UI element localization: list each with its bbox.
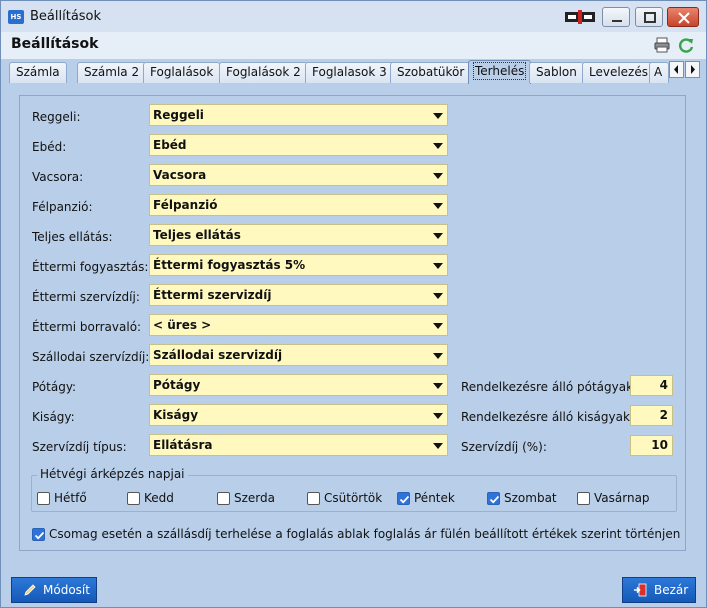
chevron-left-icon <box>674 65 678 74</box>
dropdown-arrow-icon <box>433 383 443 389</box>
potagyak-input[interactable]: 4 <box>630 375 673 396</box>
field-label-reggeli: Reggeli: <box>32 110 81 124</box>
field-label-teljes-ellatas: Teljes ellátás: <box>32 230 113 244</box>
package-charge-label[interactable]: Csomag esetén a szállásdíj terhelése a f… <box>49 527 680 541</box>
field-label-felpanzio: Félpanzió: <box>32 200 93 214</box>
felpanzio-select[interactable]: Félpanzió <box>149 194 448 216</box>
exit-door-icon <box>634 583 647 597</box>
tab-szamla[interactable]: Számla <box>9 62 67 83</box>
dropdown-arrow-icon <box>433 443 443 449</box>
szerda-label[interactable]: Szerda <box>234 491 275 505</box>
app-icon: HS <box>8 10 24 24</box>
minimize-button[interactable] <box>602 7 630 27</box>
pentek-checkbox[interactable] <box>397 492 410 505</box>
checkmark-icon <box>399 495 410 504</box>
field-label-szallodai-szervizdij: Szállodai szervízdíj: <box>32 350 150 364</box>
title-bar[interactable]: HS Beállítások <box>1 1 706 32</box>
hetfo-checkbox[interactable] <box>37 492 50 505</box>
pentek-label[interactable]: Péntek <box>414 491 455 505</box>
window-title: Beállítások <box>30 9 102 24</box>
field-label-szervizdij-tipus: Szervízdíj típus: <box>32 440 127 454</box>
tab-sablon[interactable]: Sablon <box>529 62 584 83</box>
field-label-kisagyak-szama: Rendelkezésre álló kiságyak: <box>461 410 634 424</box>
printer-icon[interactable] <box>653 36 671 54</box>
tab-scroll-left-button[interactable] <box>669 61 684 78</box>
szallodai-szervizdij-select[interactable]: Szállodai szervizdíj <box>149 344 448 366</box>
tab-szobatukor[interactable]: Szobatükör <box>390 62 472 83</box>
field-label-potagyak-szama: Rendelkezésre álló pótágyak: <box>461 380 638 394</box>
potagy-select[interactable]: Pótágy <box>149 374 448 396</box>
checkmark-icon <box>489 495 500 504</box>
szombat-label[interactable]: Szombat <box>504 491 557 505</box>
maximize-icon <box>644 12 656 23</box>
vasarnap-checkbox[interactable] <box>577 492 590 505</box>
app-logo-icon <box>565 10 595 24</box>
weekend-group-title: Hétvégi árképzés napjai <box>37 467 188 481</box>
reggeli-select[interactable]: Reggeli <box>149 104 448 126</box>
settings-window: HS Beállítások Beállítások Számla Számla… <box>0 0 707 608</box>
tab-szamla-2[interactable]: Számla 2 <box>77 62 147 83</box>
dropdown-arrow-icon <box>433 413 443 419</box>
chevron-right-icon <box>691 65 695 74</box>
tab-terheles[interactable]: Terhelés <box>468 60 532 84</box>
field-label-szervizdij-szazalek: Szervízdíj (%): <box>461 440 547 454</box>
field-label-ettermi-fogyasztas: Éttermi fogyasztás: <box>32 260 149 274</box>
dropdown-arrow-icon <box>433 203 443 209</box>
pencil-icon <box>24 584 36 596</box>
tab-scroll-right-button[interactable] <box>685 61 700 78</box>
field-label-kisagy: Kiságy: <box>32 410 75 424</box>
tab-a[interactable]: A <box>649 62 669 83</box>
maximize-button[interactable] <box>635 7 663 27</box>
tab-levelezes[interactable]: Levelezés <box>582 62 655 83</box>
teljes-ellatas-select[interactable]: Teljes ellátás <box>149 224 448 246</box>
dropdown-arrow-icon <box>433 353 443 359</box>
tab-foglalasok-2[interactable]: Foglalások 2 <box>219 62 308 83</box>
page-title: Beállítások <box>11 36 99 52</box>
ebed-select[interactable]: Ebéd <box>149 134 448 156</box>
kisagy-select[interactable]: Kiságy <box>149 404 448 426</box>
szervizdij-szazalek-input[interactable]: 10 <box>630 435 673 456</box>
tab-foglalasok-3[interactable]: Foglalasok 3 <box>305 62 394 83</box>
ettermi-borravalo-select[interactable]: < üres > <box>149 314 448 336</box>
dropdown-arrow-icon <box>433 263 443 269</box>
vasarnap-label[interactable]: Vasárnap <box>594 491 650 505</box>
szombat-checkbox[interactable] <box>487 492 500 505</box>
modify-button-label: Módosít <box>43 583 90 597</box>
kisagyak-input[interactable]: 2 <box>630 405 673 426</box>
hetfo-label[interactable]: Hétfő <box>54 491 87 505</box>
modify-button[interactable]: Módosít <box>11 577 97 603</box>
dropdown-arrow-icon <box>433 323 443 329</box>
header-bar: Beállítások <box>1 32 706 59</box>
szervizdij-tipus-select[interactable]: Ellátásra <box>149 434 448 456</box>
close-window-button[interactable] <box>667 7 699 27</box>
close-button-label: Bezár <box>654 583 689 597</box>
csutortok-checkbox[interactable] <box>307 492 320 505</box>
tab-foglalasok[interactable]: Foglalások <box>143 62 221 83</box>
ettermi-fogyasztas-select[interactable]: Éttermi fogyasztás 5% <box>149 254 448 276</box>
kedd-checkbox[interactable] <box>127 492 140 505</box>
ettermi-szervizdij-select[interactable]: Éttermi szervizdíj <box>149 284 448 306</box>
refresh-icon[interactable] <box>677 36 695 54</box>
minimize-icon <box>612 20 622 22</box>
field-label-vacsora: Vacsora: <box>32 170 84 184</box>
dropdown-arrow-icon <box>433 173 443 179</box>
field-label-ettermi-borravalo: Éttermi borravaló: <box>32 320 142 334</box>
dropdown-arrow-icon <box>433 113 443 119</box>
field-label-potagy: Pótágy: <box>32 380 77 394</box>
field-label-ebed: Ebéd: <box>32 140 67 154</box>
dropdown-arrow-icon <box>433 293 443 299</box>
vacsora-select[interactable]: Vacsora <box>149 164 448 186</box>
tab-strip: Számla Számla 2 Foglalások Foglalások 2 … <box>1 59 706 84</box>
szerda-checkbox[interactable] <box>217 492 230 505</box>
kedd-label[interactable]: Kedd <box>144 491 174 505</box>
csutortok-label[interactable]: Csütörtök <box>324 491 382 505</box>
package-charge-checkbox[interactable] <box>32 528 45 541</box>
field-label-ettermi-szervizdij: Éttermi szervízdíj: <box>32 290 140 304</box>
dropdown-arrow-icon <box>433 143 443 149</box>
footer-bar: Módosít Bezár <box>1 572 706 607</box>
close-button[interactable]: Bezár <box>622 577 696 603</box>
close-icon <box>678 12 690 24</box>
checkmark-icon <box>34 531 45 540</box>
dropdown-arrow-icon <box>433 233 443 239</box>
